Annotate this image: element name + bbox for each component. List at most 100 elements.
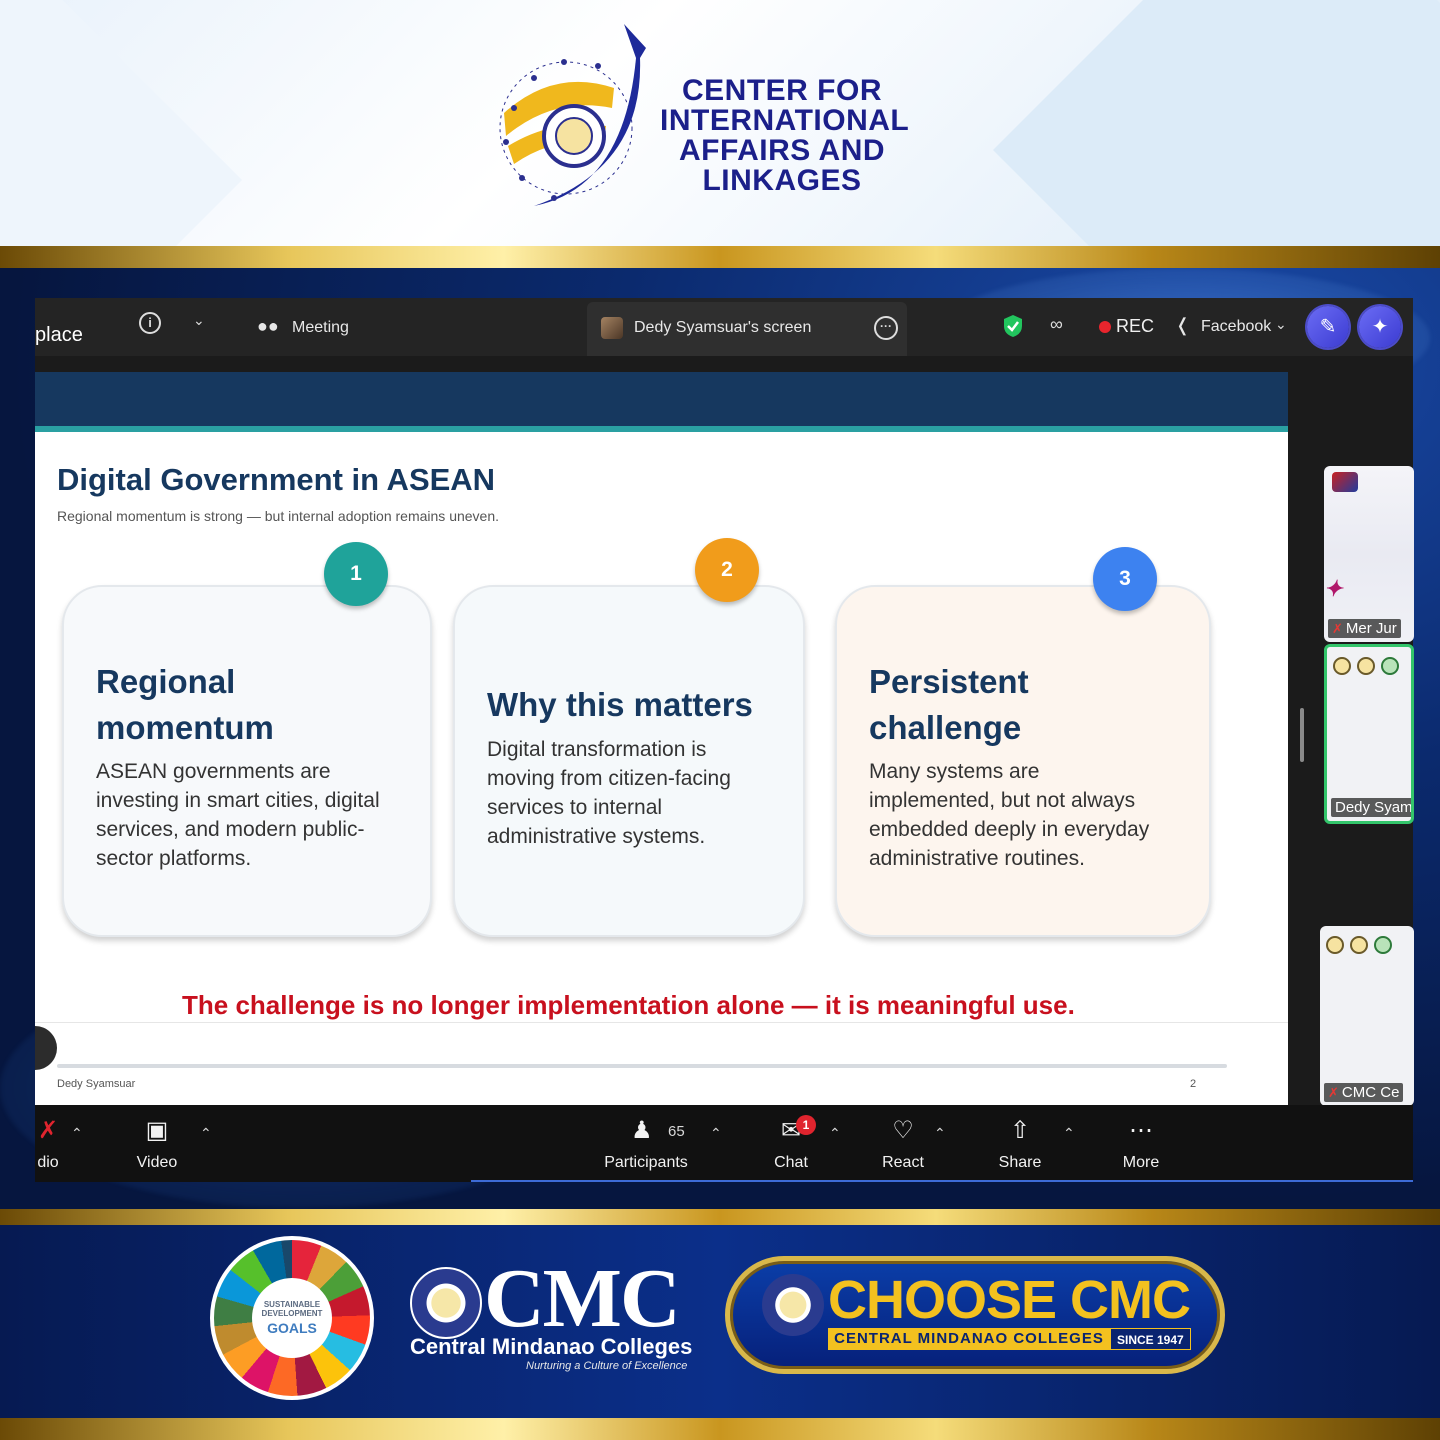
ciaal-logo-icon: [499, 24, 646, 206]
participant-name-tag: ✗ CMC Ce: [1324, 1083, 1404, 1102]
card-body-line: moving from citizen-facing: [487, 767, 731, 790]
card-persistent-challenge: Persistent challenge Many systems are im…: [835, 585, 1211, 937]
card-body-line: ASEAN governments are: [96, 760, 331, 783]
sdg-wheel-logo: SUSTAINABLE DEVELOPMENT GOALS: [210, 1236, 374, 1400]
gold-divider: [0, 1209, 1440, 1225]
card-body-line: embedded deeply in everyday: [869, 818, 1150, 841]
participant-strip: ✦ ✗ Mer Jur Dedy Syam ✗ CMC Ce: [1288, 372, 1414, 1106]
shared-slide: Digital Government in ASEAN Regional mom…: [35, 372, 1288, 1105]
card-heading: Regional momentum: [96, 659, 274, 751]
step-badge: 2: [695, 538, 759, 602]
header-title: CENTER FOR INTERNATIONAL AFFAIRS AND LIN…: [660, 74, 910, 197]
audio-button[interactable]: ✗ dio: [33, 1115, 63, 1172]
since-badge: SINCE 1947: [1110, 1328, 1191, 1350]
info-icon[interactable]: i: [139, 312, 161, 334]
shared-screen-label: Dedy Syamsuar's screen: [634, 319, 812, 336]
participant-name-tag: Dedy Syam: [1331, 798, 1413, 817]
slide-title: Digital Government in ASEAN: [57, 462, 496, 497]
header-title-line: LINKAGES: [702, 164, 862, 197]
more-label: More: [1122, 1154, 1160, 1171]
participant-name: CMC Ce: [1341, 1084, 1400, 1101]
participant-tile[interactable]: ✦ ✗ Mer Jur: [1324, 466, 1414, 642]
card-heading-line: momentum: [96, 709, 274, 746]
heart-icon: ♡: [892, 1117, 914, 1144]
react-button[interactable]: ♡ React: [880, 1115, 926, 1172]
caret-up-icon[interactable]: ⌃: [934, 1125, 946, 1142]
card-heading-line: Regional: [96, 663, 236, 700]
mic-muted-icon: ✗: [1328, 1085, 1339, 1100]
cmc-seal-icon: [762, 1274, 824, 1336]
sdg-text: DEVELOPMENT: [261, 1309, 323, 1318]
card-regional-momentum: Regional momentum ASEAN governments are …: [62, 585, 432, 937]
live-stream-icon: ❬: [1175, 315, 1191, 335]
more-options-icon[interactable]: ···: [874, 316, 898, 340]
card-heading: Why this matters: [487, 682, 753, 728]
audio-label: dio: [37, 1154, 59, 1171]
mic-muted-icon: ✗: [1332, 621, 1343, 636]
zoom-toolbar: ✗ dio ⌃ ▣ Video ⌃ ♟ Participants 65 ⌃ ✉ …: [35, 1105, 1413, 1182]
participants-count: 65: [668, 1123, 685, 1140]
participant-name: Mer Jur: [1345, 620, 1397, 637]
shared-screen-tab[interactable]: Dedy Syamsuar's screen ···: [587, 302, 907, 356]
strip-resize-handle[interactable]: [1300, 708, 1304, 762]
share-label: Share: [998, 1154, 1042, 1171]
card-body-line: services to internal: [487, 796, 663, 819]
video-button[interactable]: ▣ Video: [131, 1115, 183, 1172]
card-body-line: sector platforms.: [96, 847, 252, 870]
more-button[interactable]: ⋯ More: [1118, 1115, 1164, 1172]
slide-header-accent: [35, 426, 1288, 432]
slide-page-number: 2: [1190, 1078, 1197, 1090]
slide-callout: The challenge is no longer implementatio…: [182, 990, 1075, 1020]
participants-label: Participants: [604, 1154, 688, 1171]
step-badge: 1: [324, 542, 388, 606]
cmc-tagline: Nurturing a Culture of Excellence: [526, 1360, 688, 1372]
card-body: ASEAN governments are investing in smart…: [96, 757, 380, 873]
chevron-down-icon[interactable]: ⌄: [1275, 316, 1287, 333]
floating-control-icon[interactable]: [35, 1026, 57, 1070]
seal-icon: [1374, 936, 1392, 954]
cmc-name: Central Mindanao Colleges: [410, 1334, 693, 1359]
live-stream-button[interactable]: Facebook: [1201, 318, 1271, 336]
security-shield-icon[interactable]: [1002, 314, 1024, 338]
header-title-line: CENTER FOR: [682, 74, 882, 107]
ai-companion-icon[interactable]: ✦: [1359, 306, 1401, 348]
sdg-text: SUSTAINABLE: [263, 1300, 321, 1309]
caret-up-icon[interactable]: ⌃: [1063, 1125, 1075, 1142]
participant-name-tag: ✗ Mer Jur: [1328, 619, 1401, 638]
avatar: [601, 317, 623, 339]
gold-divider: [0, 1418, 1440, 1440]
header-title-line: INTERNATIONAL: [660, 104, 910, 137]
chat-label: Chat: [774, 1154, 808, 1171]
card-body-line: Digital transformation is: [487, 738, 707, 761]
meeting-tab[interactable]: Meeting: [292, 319, 349, 337]
participant-name: Dedy Syam: [1335, 799, 1413, 816]
chevron-down-icon[interactable]: ⌄: [193, 312, 205, 329]
card-body: Many systems are implemented, but not al…: [869, 757, 1149, 873]
apps-icon[interactable]: ∞: [1050, 314, 1063, 335]
record-dot-icon: [1099, 321, 1111, 333]
participant-video-art: ✦: [1324, 576, 1343, 601]
seal-icon: [1326, 936, 1344, 954]
cmc-wordmark: CMC: [484, 1252, 681, 1345]
seal-icon: [1333, 657, 1351, 675]
caret-up-icon[interactable]: ⌃: [829, 1125, 841, 1142]
caret-up-icon[interactable]: ⌃: [200, 1125, 212, 1142]
caret-up-icon[interactable]: ⌃: [71, 1125, 83, 1142]
participant-tile[interactable]: ✗ CMC Ce: [1320, 926, 1414, 1106]
share-button[interactable]: ⇧ Share: [997, 1115, 1043, 1172]
app-title: place: [35, 324, 83, 346]
slide-footer-author: Dedy Syamsuar: [57, 1078, 136, 1090]
caret-up-icon[interactable]: ⌃: [710, 1125, 722, 1142]
slide-footer-rule: [57, 1064, 1227, 1068]
header-title-line: AFFAIRS AND: [678, 134, 886, 167]
card-heading-line: challenge: [869, 709, 1022, 746]
zoom-top-bar: place i ⌄ ●● Meeting Dedy Syamsuar's scr…: [35, 298, 1413, 356]
card-why-this-matters: Why this matters Digital transformation …: [453, 585, 805, 937]
card-body-line: Many systems are: [869, 760, 1040, 783]
record-status[interactable]: REC: [1116, 316, 1154, 337]
participant-tile-active[interactable]: Dedy Syam: [1324, 644, 1414, 824]
annotate-pen-icon[interactable]: ✎: [1307, 306, 1349, 348]
card-body-line: implemented, but not always: [869, 789, 1136, 812]
slide-divider: [35, 1022, 1288, 1023]
sdg-label: SUSTAINABLE DEVELOPMENT GOALS: [252, 1278, 332, 1358]
